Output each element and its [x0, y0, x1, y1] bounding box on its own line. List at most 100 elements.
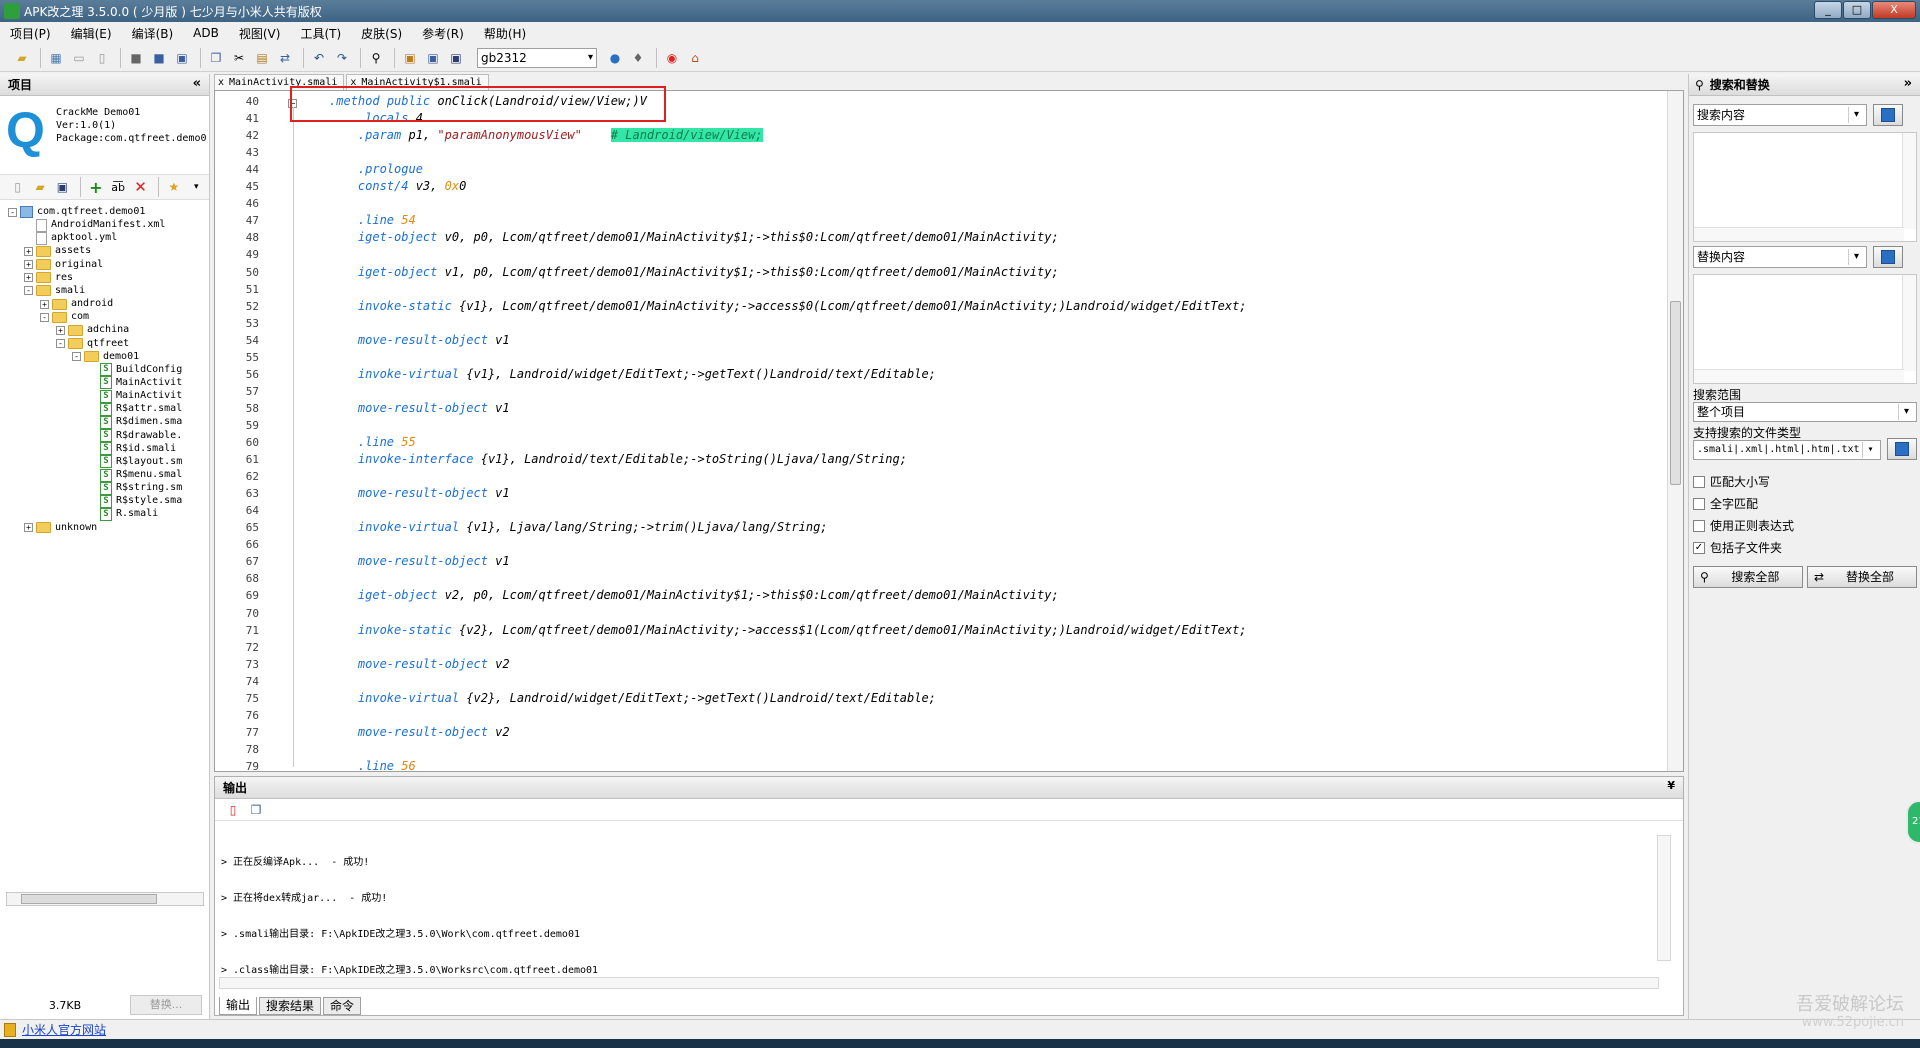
encoding-select[interactable]: gb2312 [477, 47, 597, 68]
menu-build[interactable]: 编译(B) [132, 25, 174, 42]
build-icon[interactable]: ▣ [423, 48, 443, 68]
close-project-icon[interactable]: ▭ [69, 48, 89, 68]
code-line[interactable]: .line 56 [329, 758, 416, 771]
search-option-checkbox[interactable]: ✓ 包括子文件夹 [1693, 539, 1782, 556]
document-icon[interactable]: ▯ [8, 177, 27, 197]
expand-panel-button[interactable]: » [1904, 76, 1912, 91]
scope-select[interactable]: 整个项目 ▾ [1693, 402, 1917, 422]
maximize-button[interactable]: □ [1843, 1, 1871, 19]
output-horizontal-scrollbar[interactable] [219, 977, 1659, 989]
document-icon[interactable]: ▯ [92, 48, 112, 68]
open-folder-icon[interactable]: ▰ [12, 48, 32, 68]
code-line[interactable]: .line 55 [329, 434, 416, 451]
code-line[interactable]: invoke-static {v2}, Lcom/qtfreet/demo01/… [329, 622, 1247, 639]
add-icon[interactable]: + [86, 177, 105, 197]
delete-icon[interactable]: ✕ [131, 177, 150, 197]
menu-reference[interactable]: 参考(R) [422, 25, 464, 42]
scrollbar-thumb[interactable] [1670, 301, 1681, 485]
collapse-icon[interactable]: - [56, 339, 65, 348]
tab-output[interactable]: 输出 [219, 997, 258, 1015]
expand-icon[interactable]: + [24, 260, 33, 270]
search-all-button[interactable]: ⚲ 搜索全部 [1693, 566, 1803, 588]
replace-button[interactable]: 替换... [130, 995, 202, 1015]
clear-output-icon[interactable]: ▯ [223, 800, 243, 820]
tree-item[interactable]: S R.smali [88, 506, 158, 522]
search-option-checkbox[interactable]: 全字匹配 [1693, 495, 1758, 512]
microphone-icon[interactable]: ♦ [628, 48, 648, 68]
collapse-panel-button[interactable]: « [193, 76, 201, 91]
floating-badge[interactable]: 21 [1906, 800, 1920, 844]
scrollbar-thumb[interactable] [21, 894, 157, 904]
chevron-down-icon[interactable]: ▾ [187, 177, 206, 197]
code-line[interactable]: invoke-virtual {v1}, Ljava/lang/String;-… [329, 519, 828, 536]
redo-icon[interactable]: ↷ [332, 48, 352, 68]
code-line[interactable]: invoke-interface {v1}, Landroid/text/Edi… [329, 451, 907, 468]
scrollbar[interactable] [1694, 227, 1904, 241]
refresh-icon[interactable]: ▣ [53, 177, 72, 197]
collapse-icon[interactable]: - [72, 352, 81, 362]
collapse-icon[interactable]: - [24, 286, 33, 296]
menu-tools[interactable]: 工具(T) [300, 25, 341, 42]
expand-icon[interactable]: + [40, 299, 49, 309]
menu-edit[interactable]: 编辑(E) [71, 25, 112, 42]
code-line[interactable]: .param p1, "paramAnonymousView" # Landro… [329, 127, 763, 144]
cut-icon[interactable]: ✂ [229, 48, 249, 68]
sign-icon[interactable]: ▣ [446, 48, 466, 68]
copy-output-icon[interactable]: ❐ [246, 800, 266, 820]
replace-icon[interactable]: ⇄ [275, 48, 295, 68]
checkbox[interactable]: ✓ [1693, 541, 1705, 554]
code-line[interactable]: invoke-virtual {v1}, Landroid/widget/Edi… [329, 366, 936, 383]
project-icon[interactable]: ▦ [46, 48, 66, 68]
expand-icon[interactable]: + [24, 273, 33, 283]
code-line[interactable]: move-result-object v2 [329, 656, 510, 673]
checkbox[interactable] [1693, 475, 1705, 488]
code-line[interactable]: move-result-object v1 [329, 332, 510, 349]
favorite-star-icon[interactable]: ★ [164, 177, 183, 197]
menu-view[interactable]: 视图(V) [239, 25, 281, 42]
tab-command[interactable]: 命令 [323, 997, 362, 1015]
replace-text-area[interactable] [1693, 274, 1917, 384]
code-line[interactable]: iget-object v0, p0, Lcom/qtfreet/demo01/… [329, 229, 1059, 246]
collapse-output-button[interactable]: ¥ [1667, 779, 1675, 792]
search-input[interactable]: 搜索内容 ▾ [1693, 104, 1867, 126]
chevron-down-icon[interactable]: ▾ [1848, 249, 1864, 265]
filetypes-select[interactable]: .smali|.xml|.html|.htm|.txt ▾ [1693, 440, 1881, 460]
collapse-icon[interactable]: - [8, 207, 17, 217]
code-line[interactable]: move-result-object v1 [329, 553, 510, 570]
copy-icon[interactable]: ❐ [206, 48, 226, 68]
code-line[interactable]: invoke-virtual {v2}, Landroid/widget/Edi… [329, 690, 936, 707]
checkbox[interactable] [1693, 519, 1705, 532]
official-site-link[interactable]: 小米人官方网站 [22, 1021, 106, 1038]
undo-icon[interactable]: ↶ [309, 48, 329, 68]
search-option-checkbox[interactable]: 匹配大小写 [1693, 473, 1770, 490]
paste-icon[interactable]: ▤ [252, 48, 272, 68]
close-button[interactable]: X [1872, 1, 1916, 19]
replace-all-button[interactable]: ⇄ 替换全部 [1807, 566, 1917, 588]
expand-icon[interactable]: + [56, 325, 65, 335]
save-as-icon[interactable]: ■ [149, 48, 169, 68]
expand-icon[interactable]: + [24, 246, 33, 256]
tree-item[interactable]: + unknown [24, 520, 97, 536]
search-text-area[interactable] [1693, 132, 1917, 242]
output-vertical-scrollbar[interactable] [1657, 835, 1671, 961]
binoculars-icon[interactable]: ⚲ [366, 48, 386, 68]
save-icon[interactable]: ■ [126, 48, 146, 68]
project-tree-scrollbar[interactable] [6, 892, 204, 906]
image-icon[interactable]: ▣ [400, 48, 420, 68]
close-tab-icon[interactable]: x [218, 75, 224, 91]
code-line[interactable]: const/4 v3, 0x0 [329, 178, 466, 195]
replace-options-button[interactable] [1873, 246, 1903, 268]
code-line[interactable]: iget-object v1, p0, Lcom/qtfreet/demo01/… [329, 264, 1059, 281]
search-option-checkbox[interactable]: 使用正则表达式 [1693, 517, 1794, 534]
code-line[interactable]: move-result-object v1 [329, 400, 510, 417]
code-line[interactable]: move-result-object v2 [329, 724, 510, 741]
collapse-icon[interactable]: - [40, 312, 49, 322]
scrollbar[interactable] [1902, 275, 1916, 371]
search-options-button[interactable] [1873, 104, 1903, 126]
scrollbar[interactable] [1902, 133, 1916, 229]
chevron-down-icon[interactable]: ▾ [1848, 107, 1864, 123]
folder-icon[interactable]: ▰ [30, 177, 49, 197]
replace-input[interactable]: 替换内容 ▾ [1693, 246, 1867, 268]
menu-skin[interactable]: 皮肤(S) [361, 25, 402, 42]
chevron-down-icon[interactable]: ▾ [1862, 442, 1878, 458]
